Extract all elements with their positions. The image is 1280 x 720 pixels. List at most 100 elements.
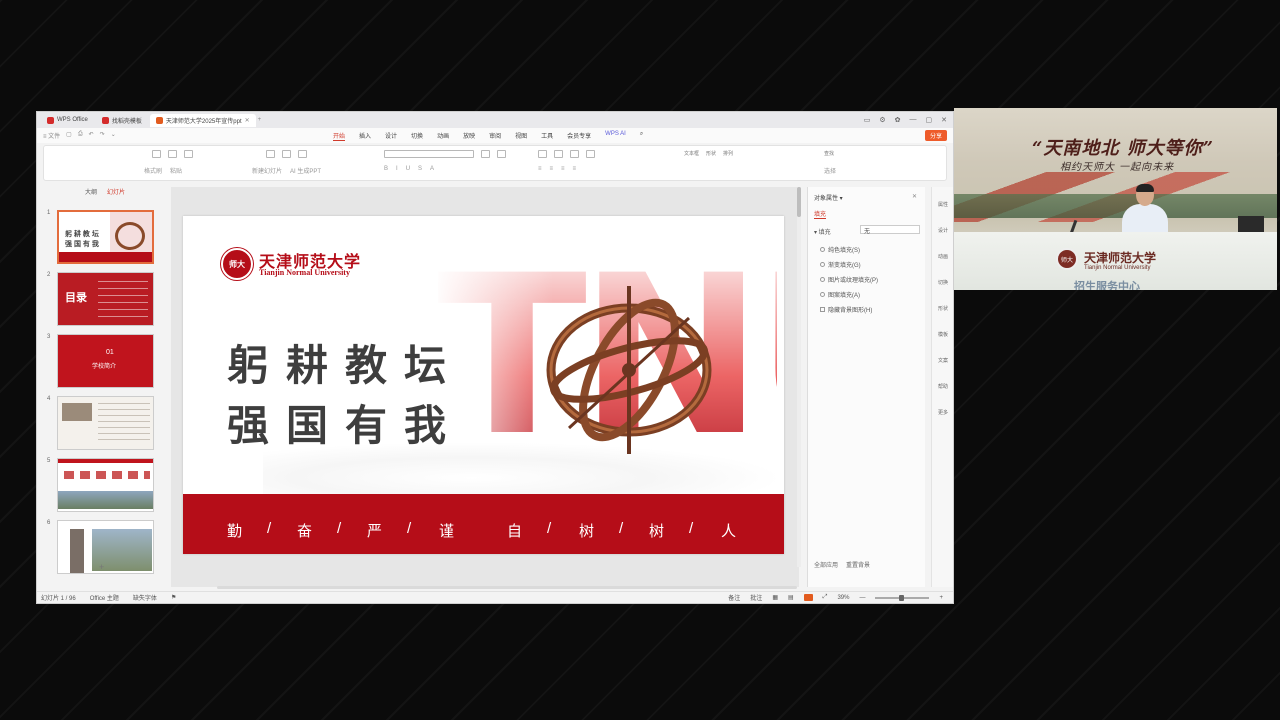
help-icon[interactable]: 帮助	[936, 383, 950, 390]
ribbon-label[interactable]: 形状	[706, 150, 716, 157]
animation-icon[interactable]: 动画	[936, 253, 950, 260]
align-center-icon[interactable]: ≡	[550, 166, 554, 172]
current-slide[interactable]: TNU 师大 天津师范大学 Tianjin Normal University …	[183, 216, 784, 554]
print-icon[interactable]: ⎙	[78, 131, 83, 140]
file-menu[interactable]: ≡ 文件	[43, 131, 60, 140]
template-icon[interactable]: 模板	[936, 331, 950, 338]
search-icon[interactable]: ⌕	[640, 131, 643, 141]
fill-option[interactable]: 纯色填充(S)	[820, 245, 860, 254]
minimize-icon[interactable]: —	[910, 116, 917, 124]
font-size-up-icon[interactable]	[481, 150, 490, 158]
shape-icon[interactable]: 形状	[936, 305, 950, 312]
slide-thumbnail-1[interactable]: 躬 耕 教 坛 强 国 有 我	[57, 210, 154, 264]
close-pane-icon[interactable]: ✕	[912, 193, 917, 200]
redo-icon[interactable]: ↷	[100, 131, 105, 140]
font-size-down-icon[interactable]	[497, 150, 506, 158]
strike-icon[interactable]: S	[418, 166, 422, 172]
underline-icon[interactable]: U	[406, 166, 410, 172]
notes-toggle[interactable]: 备注	[728, 593, 740, 602]
ribbon-label[interactable]: AI 生成PPT	[290, 166, 321, 175]
menu-member[interactable]: 会员专享	[567, 131, 591, 141]
comments-toggle[interactable]: 批注	[750, 593, 762, 602]
line-spacing-icon[interactable]	[586, 150, 595, 158]
tab-presentation[interactable]: 天津师范大学2025年宣传ppt ✕	[149, 113, 256, 127]
apply-all-button[interactable]: 全部应用	[814, 560, 838, 569]
ribbon-label[interactable]: 查找	[824, 150, 834, 157]
section-icon[interactable]	[298, 150, 307, 158]
reset-background-button[interactable]: 重置背景	[846, 560, 870, 569]
slide-thumbnail-2[interactable]: 目录	[57, 272, 154, 326]
fill-option[interactable]: 图片或纹理填充(P)	[820, 275, 878, 284]
menu-view[interactable]: 视图	[515, 131, 527, 141]
properties-icon[interactable]: 属性	[936, 201, 950, 208]
thumbnail-row[interactable]: 4	[47, 396, 154, 450]
zoom-slider[interactable]	[875, 594, 930, 601]
sorter-view-icon[interactable]: ▤	[788, 594, 794, 601]
bold-icon[interactable]: B	[384, 166, 388, 172]
more-chevron-icon[interactable]: ⌄	[111, 131, 116, 140]
layout-icon[interactable]	[282, 150, 291, 158]
skin-icon[interactable]: ✿	[895, 116, 901, 124]
slideshow-play-icon[interactable]	[803, 594, 813, 601]
design-icon[interactable]: 设计	[936, 227, 950, 234]
new-tab-icon[interactable]: +	[258, 117, 262, 123]
tab-wps-office[interactable]: WPS Office	[41, 114, 94, 127]
thumbnail-row[interactable]: 5	[47, 458, 154, 512]
tab-slides[interactable]: 幻灯片	[107, 187, 125, 196]
ribbon-label[interactable]: 粘贴	[170, 166, 182, 175]
slide-thumbnail-5[interactable]	[57, 458, 154, 512]
ribbon-label[interactable]: 文本框	[684, 150, 699, 157]
tab-outline[interactable]: 大纲	[85, 187, 97, 196]
menu-home[interactable]: 开始	[333, 131, 346, 141]
slide-thumbnail-4[interactable]	[57, 396, 154, 450]
fill-section-label[interactable]: ▾ 填充	[814, 227, 831, 236]
align-left-icon[interactable]: ≡	[538, 166, 542, 172]
pane-title[interactable]: 对象属性 ▾	[814, 193, 843, 202]
close-tab-icon[interactable]: ✕	[245, 117, 250, 124]
menu-tools[interactable]: 工具	[541, 131, 553, 141]
theme-name[interactable]: Office 主题	[90, 593, 119, 602]
fill-option[interactable]: 图案填充(A)	[820, 290, 860, 299]
share-button[interactable]: 分享	[924, 130, 947, 141]
doc-check-icon[interactable]: ⚑	[171, 594, 176, 601]
more-icon[interactable]: 更多	[936, 409, 950, 416]
thumbnail-row[interactable]: 2 目录	[47, 272, 154, 326]
menu-wps-ai[interactable]: WPS AI	[605, 131, 626, 141]
window-layout-icon[interactable]: ▭	[864, 116, 871, 124]
menu-review[interactable]: 审阅	[489, 131, 501, 141]
justify-icon[interactable]: ≡	[573, 166, 577, 172]
undo-icon[interactable]: ↶	[89, 131, 94, 140]
ribbon-label[interactable]: 排列	[723, 150, 733, 157]
fill-option[interactable]: 渐变填充(G)	[820, 260, 861, 269]
font-color-icon[interactable]: A	[430, 166, 434, 172]
normal-view-icon[interactable]: ▦	[772, 594, 778, 601]
new-slide-icon[interactable]	[266, 150, 275, 158]
tab-fill[interactable]: 填充	[814, 209, 827, 219]
add-slide-button[interactable]: +	[99, 562, 104, 572]
transition-icon[interactable]: 切换	[936, 279, 950, 286]
zoom-in-icon[interactable]: +	[939, 595, 943, 601]
slide-thumbnail-3[interactable]: 01 学校简介	[57, 334, 154, 388]
italic-icon[interactable]: I	[396, 166, 398, 172]
paste-icon[interactable]	[168, 150, 177, 158]
font-name-box[interactable]	[384, 150, 474, 158]
menu-animation[interactable]: 动画	[437, 131, 449, 141]
horizontal-scrollbar[interactable]	[217, 586, 797, 589]
numbering-icon[interactable]	[554, 150, 563, 158]
settings-icon[interactable]: ⚙	[879, 116, 885, 124]
vertical-scrollbar[interactable]	[797, 187, 801, 567]
ribbon-label[interactable]: 新建幻灯片	[252, 166, 282, 175]
align-right-icon[interactable]: ≡	[561, 166, 565, 172]
save-icon[interactable]: ▢	[66, 131, 72, 140]
fill-select[interactable]: 无	[860, 225, 920, 235]
bullets-icon[interactable]	[538, 150, 547, 158]
slide-thumbnail-6[interactable]	[57, 520, 154, 574]
zoom-out-icon[interactable]: —	[859, 595, 865, 601]
maximize-icon[interactable]: ▢	[926, 116, 933, 124]
hide-background-option[interactable]: 隐藏背景图形(H)	[820, 305, 872, 314]
thumbnail-row[interactable]: 3 01 学校简介	[47, 334, 154, 388]
zoom-slider-thumb[interactable]	[899, 594, 905, 601]
menu-transition[interactable]: 切换	[411, 131, 423, 141]
indent-icon[interactable]	[570, 150, 579, 158]
menu-slideshow[interactable]: 放映	[463, 131, 475, 141]
